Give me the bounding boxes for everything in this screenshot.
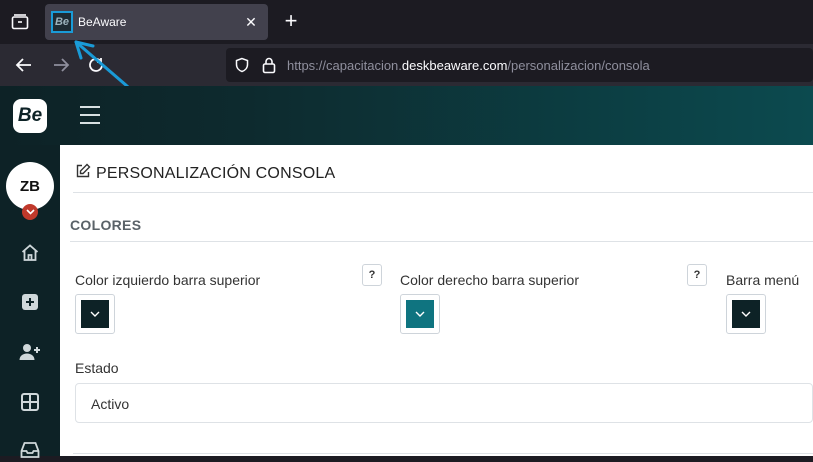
left-color-label: Color izquierdo barra superior	[75, 272, 261, 288]
chevron-down-icon[interactable]	[22, 204, 38, 220]
avatar[interactable]: ZB	[6, 162, 54, 210]
add-square-icon[interactable]	[18, 290, 42, 314]
forward-arrow-icon[interactable]	[49, 53, 73, 77]
back-arrow-icon[interactable]	[12, 53, 36, 77]
home-icon[interactable]	[18, 241, 42, 265]
shield-icon[interactable]	[234, 57, 250, 73]
browser-tab-bar: Be BeAware ✕ +	[0, 0, 813, 44]
chevron-down-icon	[415, 311, 425, 317]
grid-icon[interactable]	[18, 390, 42, 414]
hamburger-menu-icon[interactable]	[80, 106, 100, 124]
browser-tab-beaware[interactable]: Be BeAware ✕	[45, 4, 268, 40]
estado-select[interactable]: Activo	[75, 383, 813, 423]
right-color-picker[interactable]	[400, 294, 440, 334]
right-color-swatch	[406, 300, 434, 328]
lock-icon[interactable]	[261, 56, 277, 74]
right-color-help-button[interactable]: ?	[687, 264, 707, 286]
left-color-swatch	[81, 300, 109, 328]
menu-color-swatch	[732, 300, 760, 328]
bottom-divider	[73, 453, 813, 454]
tab-list-icon[interactable]	[0, 0, 40, 44]
reload-icon[interactable]	[84, 53, 108, 77]
page-title-row: PERSONALIZACIÓN CONSOLA	[75, 163, 335, 184]
section-divider	[70, 241, 813, 242]
menu-color-label: Barra menú	[726, 272, 800, 288]
estado-select-value: Activo	[91, 396, 130, 412]
menu-color-picker[interactable]	[726, 294, 766, 334]
sidebar: ZB	[0, 145, 60, 458]
inbox-icon[interactable]	[18, 438, 42, 462]
app: Be ZB PERSONALIZACIÓN CONSOLA COLORES Co…	[0, 86, 813, 458]
chevron-down-icon	[90, 311, 100, 317]
title-divider	[73, 192, 813, 193]
right-color-label: Color derecho barra superior	[400, 272, 579, 288]
section-title-colores: COLORES	[70, 217, 142, 233]
browser-nav-bar: https://capacitacion.deskbeaware.com/per…	[0, 44, 813, 86]
tab-close-icon[interactable]: ✕	[242, 13, 260, 31]
tab-title: BeAware	[78, 15, 127, 29]
estado-label: Estado	[75, 360, 119, 376]
main-content: PERSONALIZACIÓN CONSOLA COLORES Color iz…	[60, 145, 813, 456]
edit-icon	[75, 163, 91, 184]
chevron-down-icon	[741, 311, 751, 317]
tab-favicon-icon: Be	[51, 11, 73, 33]
url-text[interactable]: https://capacitacion.deskbeaware.com/per…	[287, 58, 650, 73]
app-logo[interactable]: Be	[13, 99, 47, 133]
app-header: Be	[0, 86, 813, 145]
new-tab-icon[interactable]: +	[279, 10, 303, 34]
add-user-icon[interactable]	[18, 340, 42, 364]
url-bar[interactable]: https://capacitacion.deskbeaware.com/per…	[226, 48, 813, 82]
left-color-picker[interactable]	[75, 294, 115, 334]
left-color-help-button[interactable]: ?	[362, 264, 382, 286]
page-title: PERSONALIZACIÓN CONSOLA	[96, 164, 336, 182]
